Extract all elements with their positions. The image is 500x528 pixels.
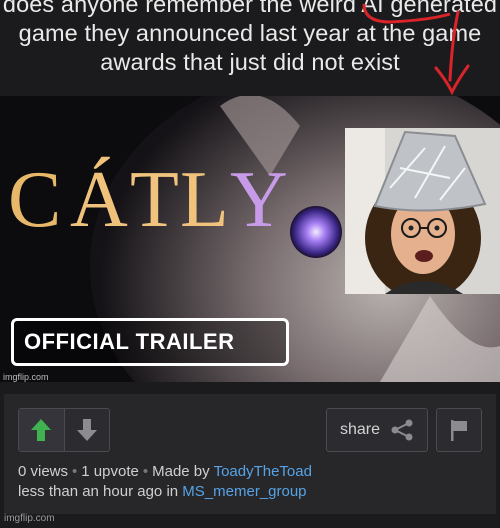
stats-line-1: 0 views • 1 upvote • Made by ToadyTheToad bbox=[18, 463, 312, 480]
downvote-arrow-icon bbox=[76, 419, 97, 441]
svg-text:L: L bbox=[180, 156, 229, 244]
meme-caption: does anyone remember the weird AI genera… bbox=[0, 0, 500, 96]
catly-logo: C Á T L Y bbox=[8, 156, 288, 244]
svg-text:C: C bbox=[8, 156, 61, 244]
meme-info-panel: share 0 views • 1 upvote • Made by ToadyTheT… bbox=[4, 394, 496, 514]
share-label: share bbox=[339, 421, 381, 438]
image-watermark: imgflip.com bbox=[3, 372, 49, 382]
downvote-button[interactable] bbox=[65, 409, 110, 451]
svg-text:Á: Á bbox=[70, 156, 128, 244]
flag-button[interactable] bbox=[436, 408, 482, 452]
upvote-count: 1 upvote bbox=[81, 463, 139, 480]
official-trailer-badge: OFFICIAL TRAILER bbox=[11, 318, 289, 366]
stream-link[interactable]: MS_memer_group bbox=[182, 483, 306, 500]
upvote-arrow-icon bbox=[31, 419, 52, 441]
author-link[interactable]: ToadyTheToad bbox=[214, 463, 312, 480]
flag-icon bbox=[451, 420, 467, 441]
stats-line-2: less than an hour ago in MS_memer_group bbox=[18, 482, 312, 502]
meme-stats: 0 views • 1 upvote • Made by ToadyTheToad le… bbox=[18, 462, 312, 502]
weird-al-inset-photo bbox=[345, 128, 500, 294]
made-by-label: Made by bbox=[152, 463, 210, 480]
vote-controls bbox=[18, 408, 110, 452]
time-label: less than an hour ago in bbox=[18, 483, 179, 500]
upvote-button[interactable] bbox=[19, 409, 65, 451]
share-button[interactable]: share bbox=[326, 408, 428, 452]
meme-image[interactable]: C Á T L Y OFFICIAL TRAILER imgflip.com bbox=[0, 96, 500, 382]
footer-watermark: imgflip.com bbox=[4, 513, 55, 524]
svg-text:T: T bbox=[130, 156, 179, 244]
share-icon bbox=[391, 419, 413, 441]
views-count: 0 views bbox=[18, 463, 69, 480]
meme-footer: share 0 views • 1 upvote • Made by ToadyTheT… bbox=[0, 382, 500, 528]
svg-text:Y: Y bbox=[230, 156, 288, 244]
red-annotation-scribble bbox=[362, 3, 470, 96]
